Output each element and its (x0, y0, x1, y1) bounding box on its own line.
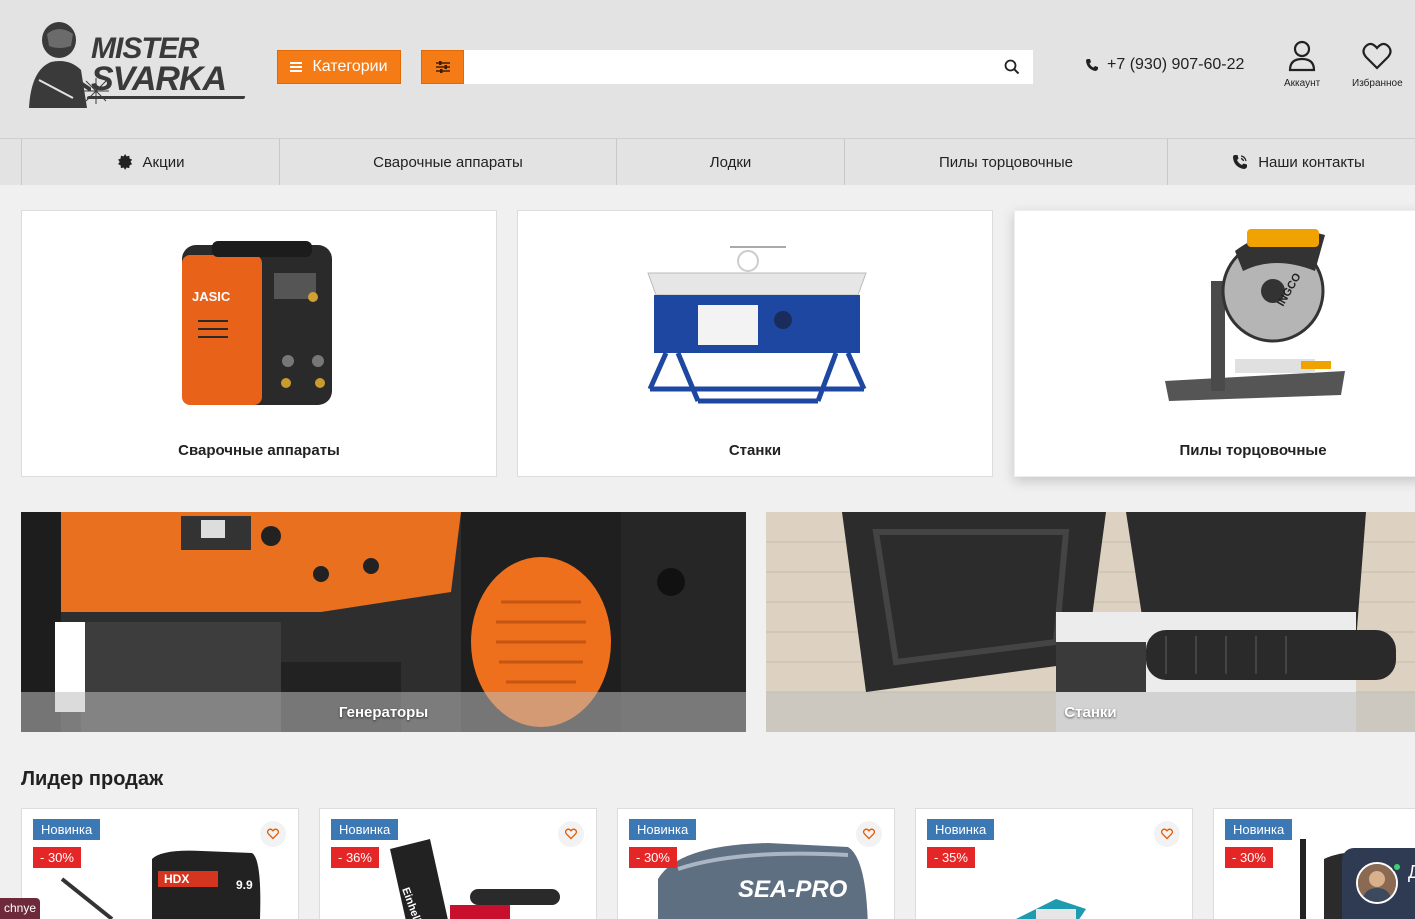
banner-machines[interactable]: Станки (766, 512, 1415, 732)
search-input[interactable] (464, 50, 1033, 84)
new-badge: Новинка (927, 819, 995, 840)
discount-badge: - 35% (927, 847, 975, 868)
section-title-bestsellers: Лидер продаж (21, 768, 164, 790)
menu-icon (290, 62, 303, 72)
add-to-favorites-button[interactable] (856, 821, 882, 847)
avatar-icon (1358, 864, 1396, 902)
table-saw-image (518, 211, 992, 431)
online-indicator (1392, 862, 1402, 872)
heart-icon (267, 828, 279, 840)
add-to-favorites-button[interactable] (260, 821, 286, 847)
product-card[interactable]: Новинка - 35% (915, 808, 1193, 919)
banner-caption: Генераторы (21, 692, 746, 732)
discount-badge: - 30% (33, 847, 81, 868)
favorites-label: Избранное (1352, 78, 1403, 89)
phone-number: +7 (930) 907-60-22 (1107, 56, 1245, 73)
nav-item-miter-saws[interactable]: Пилы торцовочные (844, 139, 1167, 185)
miter-saw-image: INGCO (1015, 211, 1415, 431)
bottom-tag[interactable]: chnye (0, 898, 41, 919)
heart-icon (1362, 42, 1392, 70)
favorites-button[interactable]: Избранное (1352, 40, 1403, 89)
chat-label: Д (1408, 862, 1415, 882)
nav-item-label: Наши контакты (1258, 153, 1365, 171)
account-button[interactable]: Аккаунт (1284, 40, 1320, 89)
banner-generators[interactable]: Генераторы (21, 512, 746, 732)
discount-badge: - 36% (331, 847, 379, 868)
nav-item-label: Сварочные аппараты (373, 153, 523, 171)
new-badge: Новинка (629, 819, 697, 840)
categories-button-label: Категории (312, 58, 388, 75)
category-card-miter-saws[interactable]: INGCO Пилы торцовочные (1014, 210, 1415, 477)
svg-text:HDX: HDX (164, 872, 189, 886)
phone-icon (1086, 59, 1098, 71)
logo-text: MISTER SVARKA (91, 34, 227, 98)
welding-machine-image: JASIC (22, 211, 496, 431)
logo-line-2: SVARKA (91, 60, 227, 98)
add-to-favorites-button[interactable] (558, 821, 584, 847)
nav-item-promotions[interactable]: Акции (21, 139, 279, 185)
phone-contact-icon (1233, 155, 1248, 169)
nav-item-boats[interactable]: Лодки (616, 139, 844, 185)
category-card-label: Пилы торцовочные (1179, 442, 1327, 459)
search-button[interactable] (994, 50, 1030, 84)
nav-item-welding[interactable]: Сварочные аппараты (279, 139, 616, 185)
nav-item-contacts[interactable]: Наши контакты (1167, 139, 1415, 185)
sliders-icon (435, 61, 450, 73)
svg-text:JASIC: JASIC (192, 289, 231, 304)
nav-item-label: Акции (142, 153, 185, 171)
banner-caption: Станки (766, 692, 1415, 732)
category-card-label: Сварочные аппараты (178, 442, 340, 459)
site-logo[interactable]: MISTER SVARKA (21, 20, 247, 112)
discount-badge: - 30% (1225, 847, 1273, 868)
main-nav: Акции Сварочные аппараты Лодки Пилы торц… (0, 138, 1415, 185)
svg-text:SEA-PRO: SEA-PRO (738, 876, 848, 903)
new-badge: Новинка (1225, 819, 1293, 840)
discount-badge: - 30% (629, 847, 677, 868)
new-badge: Новинка (331, 819, 399, 840)
phone-link[interactable]: +7 (930) 907-60-22 (1085, 56, 1244, 74)
site-header: MISTER SVARKA Категории +7 (930) 907-60-… (0, 0, 1415, 138)
account-label: Аккаунт (1284, 78, 1321, 89)
filter-button[interactable] (421, 50, 464, 84)
category-card-welding[interactable]: JASIC Сварочные аппараты (21, 210, 497, 477)
heart-icon (1161, 828, 1173, 840)
nav-item-label: Лодки (709, 153, 752, 171)
category-card-machines[interactable]: Станки (517, 210, 993, 477)
nav-item-label: Пилы торцовочные (938, 153, 1074, 171)
heart-icon (863, 828, 875, 840)
user-icon (1288, 40, 1316, 72)
product-card[interactable]: HDX 9.9 Новинка - 30% (21, 808, 299, 919)
category-card-label: Станки (728, 442, 782, 459)
heart-icon (565, 828, 577, 840)
product-card[interactable]: Einhell Новинка - 36% (319, 808, 597, 919)
new-badge: Новинка (33, 819, 101, 840)
product-card[interactable]: SEA-PRO Новинка - 30% (617, 808, 895, 919)
svg-text:9.9: 9.9 (236, 878, 253, 892)
categories-button[interactable]: Категории (277, 50, 401, 84)
add-to-favorites-button[interactable] (1154, 821, 1180, 847)
logo-underline (86, 96, 246, 99)
search-icon (1004, 59, 1020, 75)
chat-widget[interactable]: Д (1342, 848, 1415, 919)
badge-star-icon (117, 154, 132, 170)
